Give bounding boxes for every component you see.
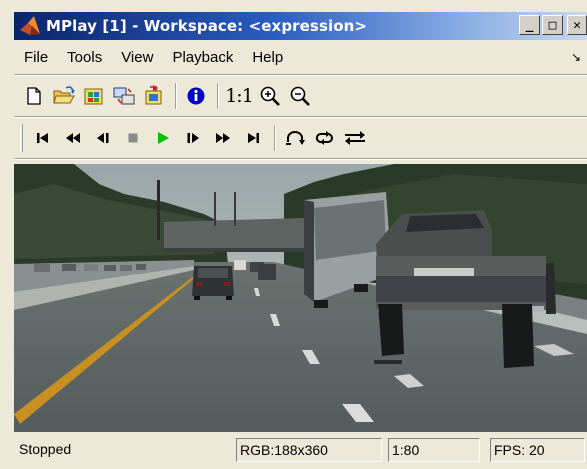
rewind-icon[interactable]: [59, 124, 87, 152]
minimize-button[interactable]: _: [519, 15, 540, 35]
export-icon[interactable]: [140, 82, 168, 110]
close-button[interactable]: ✕: [567, 15, 587, 35]
fast-forward-icon[interactable]: [209, 124, 237, 152]
status-fps: FPS: 20: [490, 438, 585, 462]
menu-file[interactable]: File: [14, 49, 57, 66]
true-size-label: 1:1: [225, 85, 254, 107]
info-icon[interactable]: [182, 82, 210, 110]
title-bar[interactable]: MPlay [1] - Workspace: <expression> _ □ …: [14, 12, 587, 40]
zoom-out-icon[interactable]: [286, 82, 314, 110]
step-back-icon[interactable]: [89, 124, 117, 152]
minimize-icon: _: [525, 17, 534, 33]
main-toolbar: 1:1: [14, 78, 587, 114]
new-document-icon[interactable]: [20, 82, 48, 110]
window-controls: _ □ ✕: [519, 15, 587, 35]
menu-dock-arrow-icon[interactable]: ↘: [571, 50, 581, 64]
menu-bar: File Tools View Playback Help ↘: [14, 42, 587, 72]
close-icon: ✕: [573, 17, 581, 33]
playback-toolbar: [14, 120, 587, 156]
status-format: RGB:188x360: [236, 438, 382, 462]
toolbar-grip[interactable]: [20, 124, 23, 152]
maximize-icon: □: [548, 17, 557, 33]
video-display[interactable]: [14, 164, 587, 432]
toolbar-separator: [274, 125, 276, 151]
import-icon[interactable]: [80, 82, 108, 110]
zoom-in-icon[interactable]: [256, 82, 284, 110]
menu-help[interactable]: Help: [242, 49, 292, 66]
maximize-button[interactable]: □: [542, 15, 563, 35]
video-frame-image: [14, 164, 587, 432]
loop-icon[interactable]: [311, 124, 339, 152]
menu-tools[interactable]: Tools: [57, 49, 111, 66]
window-title: MPlay [1] - Workspace: <expression>: [46, 17, 368, 35]
connect-icon[interactable]: [110, 82, 138, 110]
matlab-logo-icon: [18, 14, 42, 38]
jump-to-icon[interactable]: [281, 124, 309, 152]
status-frame: 1:80: [388, 438, 480, 462]
mplay-window: MPlay [1] - Workspace: <expression> _ □ …: [0, 0, 587, 469]
toolbar-separator: [175, 83, 177, 109]
status-bar: Stopped RGB:188x360 1:80 FPS: 20: [14, 434, 587, 469]
menu-separator: [14, 74, 587, 76]
toolbar-separator-h2: [14, 158, 587, 160]
true-size-icon[interactable]: 1:1: [224, 82, 254, 110]
open-folder-icon[interactable]: [50, 82, 78, 110]
step-forward-icon[interactable]: [179, 124, 207, 152]
toolbar-separator: [217, 83, 219, 109]
menu-playback[interactable]: Playback: [162, 49, 242, 66]
play-icon[interactable]: [149, 124, 177, 152]
go-to-last-icon[interactable]: [239, 124, 267, 152]
stop-icon[interactable]: [119, 124, 147, 152]
status-state: Stopped: [19, 441, 72, 457]
toolbar-separator-h: [14, 116, 587, 118]
go-to-first-icon[interactable]: [29, 124, 57, 152]
forward-backward-icon[interactable]: [341, 124, 369, 152]
menu-view[interactable]: View: [111, 49, 162, 66]
